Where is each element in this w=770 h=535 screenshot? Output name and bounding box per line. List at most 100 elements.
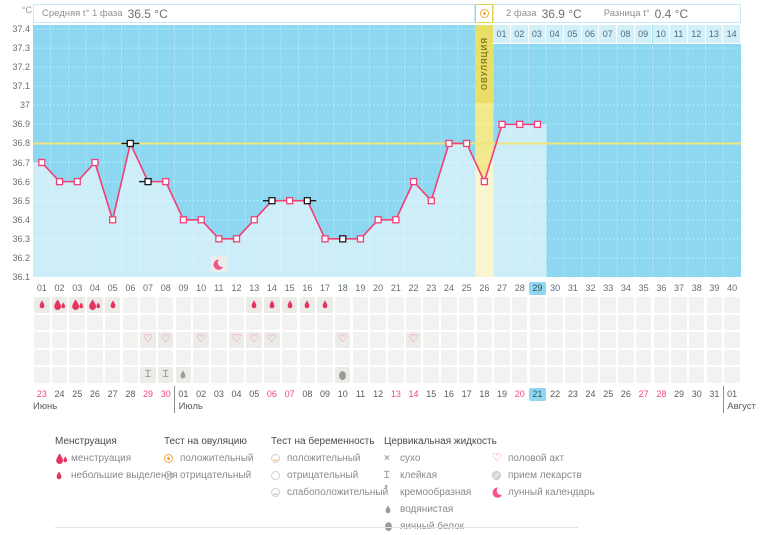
ovulation-test-cell-day-28[interactable] <box>511 314 528 331</box>
cervical-fluid-cell-day-9[interactable] <box>175 367 192 383</box>
ovulation-test-cell-day-18[interactable] <box>334 314 351 331</box>
cervical-fluid-cell-day-40[interactable] <box>724 367 740 383</box>
cervical-fluid-cell-day-11[interactable] <box>211 367 227 383</box>
ovulation-test-cell-day-29[interactable] <box>529 314 546 331</box>
cervical-fluid-cell-day-29[interactable] <box>529 367 546 383</box>
menstruation-cell-day-19[interactable] <box>352 297 369 313</box>
ovulation-test-cell-day-32[interactable] <box>582 314 599 331</box>
intercourse-cell-day-14[interactable]: ♡ <box>264 332 280 348</box>
date-cell-day-11[interactable]: 03 <box>210 388 228 401</box>
intercourse-cell-day-5[interactable] <box>104 332 121 348</box>
intercourse-cell-day-28[interactable] <box>511 332 528 348</box>
date-cell-day-17[interactable]: 09 <box>316 388 334 401</box>
pregnancy-test-cell-day-3[interactable] <box>69 349 85 366</box>
cycle-day-cell-29[interactable]: 29 <box>528 282 547 295</box>
intercourse-cell-day-2[interactable] <box>51 332 68 348</box>
cycle-day-cell-19[interactable]: 19 <box>352 282 370 295</box>
pregnancy-test-cell-day-11[interactable] <box>211 349 227 366</box>
pregnancy-test-cell-day-39[interactable] <box>706 349 723 366</box>
intercourse-cell-day-21[interactable] <box>388 332 404 348</box>
cycle-day-cell-33[interactable]: 33 <box>599 282 617 295</box>
pregnancy-test-cell-day-5[interactable] <box>104 349 121 366</box>
date-cell-day-2[interactable]: 24 <box>51 388 69 401</box>
ovulation-test-cell-day-36[interactable] <box>653 314 669 331</box>
ovulation-test-cell-day-16[interactable] <box>299 314 315 331</box>
cycle-day-cell-35[interactable]: 35 <box>635 282 653 295</box>
menstruation-cell-day-11[interactable] <box>211 297 227 313</box>
cycle-day-cell-40[interactable]: 40 <box>723 282 741 295</box>
pregnancy-test-cell-day-21[interactable] <box>388 349 404 366</box>
menstruation-cell-day-39[interactable] <box>706 297 723 313</box>
ovulation-test-cell-day-38[interactable] <box>688 314 705 331</box>
pregnancy-test-cell-day-28[interactable] <box>511 349 528 366</box>
menstruation-cell-day-22[interactable] <box>405 297 422 313</box>
cervical-fluid-cell-day-37[interactable] <box>671 367 687 383</box>
ovulation-test-cell-day-6[interactable] <box>122 314 138 331</box>
cervical-fluid-cell-day-21[interactable] <box>388 367 404 383</box>
ovulation-test-cell-day-37[interactable] <box>671 314 687 331</box>
pregnancy-test-cell-day-35[interactable] <box>635 349 652 366</box>
date-cell-day-14[interactable]: 06 <box>263 388 281 401</box>
cycle-day-cell-13[interactable]: 13 <box>245 282 263 295</box>
intercourse-cell-day-9[interactable] <box>175 332 192 348</box>
ovulation-test-cell-day-26[interactable] <box>476 314 492 331</box>
menstruation-cell-day-26[interactable] <box>476 297 492 313</box>
cervical-fluid-cell-day-26[interactable] <box>476 367 492 383</box>
menstruation-cell-day-17[interactable] <box>317 297 333 313</box>
pregnancy-test-cell-day-19[interactable] <box>352 349 369 366</box>
ovulation-test-cell-day-30[interactable] <box>547 314 563 331</box>
cycle-day-cell-37[interactable]: 37 <box>670 282 688 295</box>
cervical-fluid-cell-day-2[interactable] <box>51 367 68 383</box>
menstruation-cell-day-24[interactable] <box>441 297 457 313</box>
menstruation-cell-day-14[interactable] <box>264 297 280 313</box>
ovulation-test-cell-day-21[interactable] <box>388 314 404 331</box>
intercourse-cell-day-36[interactable] <box>653 332 669 348</box>
pregnancy-test-cell-day-30[interactable] <box>547 349 563 366</box>
cycle-day-cell-32[interactable]: 32 <box>582 282 600 295</box>
intercourse-cell-day-11[interactable] <box>211 332 227 348</box>
pregnancy-test-cell-day-24[interactable] <box>441 349 457 366</box>
cervical-fluid-cell-day-1[interactable] <box>34 367 50 383</box>
menstruation-cell-day-5[interactable] <box>104 297 121 313</box>
ovulation-test-cell-day-31[interactable] <box>565 314 581 331</box>
cycle-day-cell-05[interactable]: 05 <box>104 282 122 295</box>
date-cell-day-6[interactable]: 28 <box>122 388 140 401</box>
intercourse-cell-day-3[interactable] <box>69 332 85 348</box>
date-cell-day-36[interactable]: 28 <box>653 388 671 401</box>
date-cell-day-22[interactable]: 14 <box>405 388 423 401</box>
cervical-fluid-cell-day-12[interactable] <box>228 367 245 383</box>
cervical-fluid-cell-day-25[interactable] <box>458 367 475 383</box>
intercourse-cell-day-26[interactable] <box>476 332 492 348</box>
date-cell-day-29[interactable]: 21 <box>528 388 547 401</box>
pregnancy-test-cell-day-31[interactable] <box>565 349 581 366</box>
pregnancy-test-cell-day-32[interactable] <box>582 349 599 366</box>
menstruation-cell-day-28[interactable] <box>511 297 528 313</box>
cervical-fluid-cell-day-3[interactable] <box>69 367 85 383</box>
pregnancy-test-cell-day-36[interactable] <box>653 349 669 366</box>
pregnancy-test-cell-day-23[interactable] <box>423 349 439 366</box>
intercourse-cell-day-17[interactable] <box>317 332 333 348</box>
ovulation-test-cell-day-15[interactable] <box>281 314 298 331</box>
menstruation-cell-day-18[interactable] <box>334 297 351 313</box>
ovulation-test-cell-day-8[interactable] <box>157 314 174 331</box>
cervical-fluid-cell-day-32[interactable] <box>582 367 599 383</box>
ovulation-test-cell-day-2[interactable] <box>51 314 68 331</box>
cycle-day-cell-16[interactable]: 16 <box>299 282 317 295</box>
ovulation-test-cell-day-9[interactable] <box>175 314 192 331</box>
ovulation-test-cell-day-27[interactable] <box>494 314 510 331</box>
pregnancy-test-cell-day-1[interactable] <box>34 349 50 366</box>
menstruation-cell-day-29[interactable] <box>529 297 546 313</box>
menstruation-cell-day-20[interactable] <box>370 297 386 313</box>
menstruation-cell-day-7[interactable] <box>140 297 156 313</box>
ovulation-test-cell-day-33[interactable] <box>600 314 616 331</box>
ovulation-test-cell-day-11[interactable] <box>211 314 227 331</box>
intercourse-cell-day-32[interactable] <box>582 332 599 348</box>
intercourse-cell-day-10[interactable]: ♡ <box>193 332 209 348</box>
menstruation-cell-day-1[interactable] <box>34 297 50 313</box>
cervical-fluid-cell-day-36[interactable] <box>653 367 669 383</box>
date-cell-day-24[interactable]: 16 <box>440 388 458 401</box>
cervical-fluid-cell-day-24[interactable] <box>441 367 457 383</box>
cervical-fluid-cell-day-31[interactable] <box>565 367 581 383</box>
menstruation-cell-day-30[interactable] <box>547 297 563 313</box>
menstruation-cell-day-10[interactable] <box>193 297 209 313</box>
